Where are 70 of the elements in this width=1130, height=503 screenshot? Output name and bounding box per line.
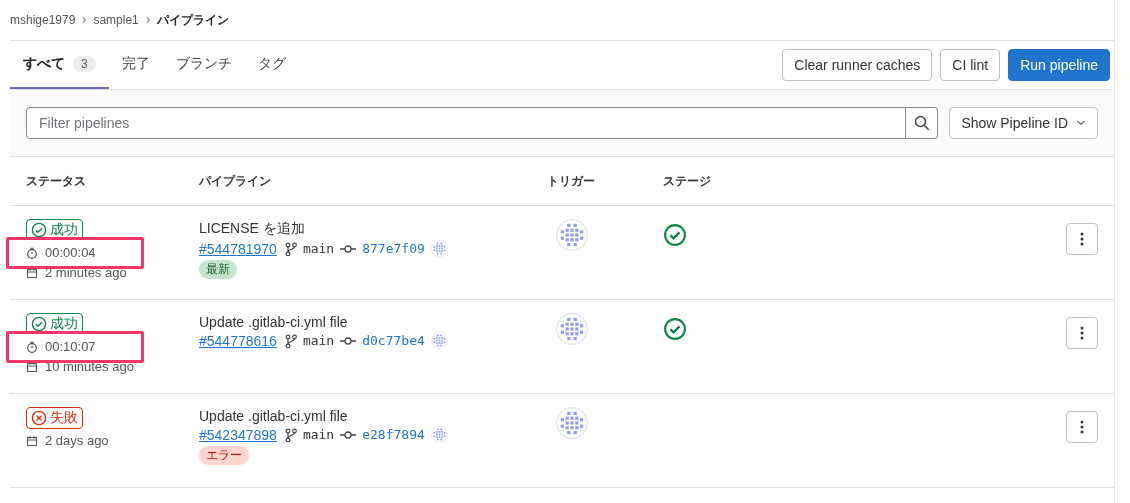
- search-icon: [913, 115, 930, 131]
- action-button[interactable]: Run pipeline: [1008, 49, 1110, 81]
- x-circle-icon: [31, 410, 47, 426]
- pipeline-id-link[interactable]: #542347898: [199, 426, 277, 443]
- calendar-icon: [26, 266, 38, 279]
- chevron-right-icon: [144, 16, 151, 24]
- pipeline-id-link[interactable]: #544781970: [199, 240, 277, 257]
- avatar-icon: [556, 219, 588, 251]
- commit-sha-link[interactable]: d0c77be4: [362, 333, 425, 348]
- more-actions-button[interactable]: [1066, 223, 1098, 255]
- check-circle-icon: [31, 316, 47, 332]
- commit-icon: [340, 243, 357, 254]
- filter-field[interactable]: Filter pipelines: [26, 107, 907, 139]
- count-badge: 3: [73, 56, 96, 72]
- pipeline-tag: エラー: [199, 446, 249, 465]
- tab[interactable]: ブランチ: [162, 41, 245, 89]
- status-label: 成功: [50, 315, 78, 333]
- search-button[interactable]: [906, 107, 939, 139]
- status-label: 失敗: [50, 409, 78, 427]
- more-actions-button[interactable]: [1066, 411, 1098, 443]
- timer-icon: [26, 340, 38, 353]
- chevron-right-icon: [81, 16, 88, 24]
- tab[interactable]: 完了: [108, 41, 163, 89]
- branch-icon: [284, 333, 297, 348]
- duration-text: 00:00:04: [45, 245, 96, 260]
- avatar-icon: [430, 332, 448, 349]
- status-label: 成功: [50, 221, 78, 239]
- commit-sha-link[interactable]: e28f7894: [362, 427, 425, 442]
- commit-icon: [340, 335, 357, 346]
- branch-name[interactable]: main: [302, 333, 335, 348]
- vertical-dots-icon: [1080, 326, 1084, 340]
- duration-text: 00:10:07: [45, 339, 96, 354]
- more-actions-button[interactable]: [1066, 317, 1098, 349]
- stage-success-icon: [663, 223, 687, 247]
- vertical-dots-icon: [1080, 232, 1084, 246]
- chevron-down-icon: [1076, 120, 1086, 126]
- branch-name[interactable]: main: [302, 427, 335, 442]
- commit-title[interactable]: LICENSE を追加: [199, 220, 305, 238]
- calendar-icon: [26, 360, 38, 373]
- display-dropdown[interactable]: Show Pipeline ID: [949, 107, 1098, 139]
- tab[interactable]: タグ: [244, 41, 299, 89]
- column-header: ステータス: [26, 172, 87, 190]
- breadcrumb-link[interactable]: mshige1979: [10, 13, 76, 27]
- branch-name[interactable]: main: [302, 241, 335, 256]
- created-time: 2 days ago: [45, 433, 109, 448]
- status-badge[interactable]: 失敗: [26, 407, 83, 429]
- avatar-icon: [430, 240, 448, 257]
- vertical-dots-icon: [1080, 420, 1084, 434]
- breadcrumb-link[interactable]: sample1: [93, 13, 139, 27]
- commit-title[interactable]: Update .gitlab-ci.yml file: [199, 408, 348, 424]
- avatar-icon: [556, 313, 588, 345]
- calendar-icon: [26, 434, 38, 447]
- action-button[interactable]: Clear runner caches: [782, 49, 933, 81]
- column-header: パイプライン: [199, 172, 272, 190]
- commit-title[interactable]: Update .gitlab-ci.yml file: [199, 314, 348, 330]
- avatar-icon: [556, 407, 588, 439]
- commit-icon: [340, 429, 357, 440]
- avatar-icon: [430, 426, 448, 443]
- timer-icon: [26, 246, 38, 259]
- check-circle-icon: [31, 222, 47, 238]
- column-header: ステージ: [663, 172, 712, 190]
- breadcrumb-link[interactable]: パイプライン: [156, 11, 229, 29]
- branch-icon: [284, 427, 297, 442]
- branch-icon: [284, 241, 297, 256]
- pipeline-tag: 最新: [199, 260, 237, 279]
- pipeline-id-link[interactable]: #544778616: [199, 332, 277, 349]
- action-button[interactable]: CI lint: [940, 49, 1001, 81]
- stage-success-icon: [663, 317, 687, 341]
- column-header: トリガー: [547, 172, 596, 190]
- commit-sha-link[interactable]: 877e7f09: [362, 241, 425, 256]
